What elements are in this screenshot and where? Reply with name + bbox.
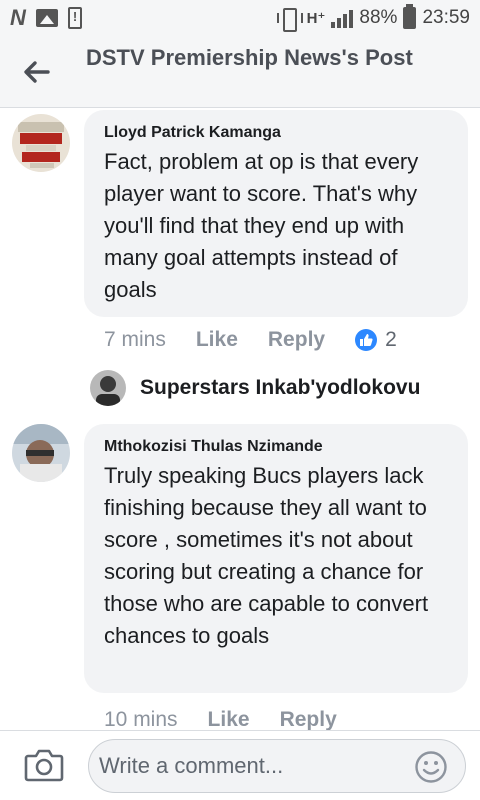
vibrate-icon [275, 8, 303, 32]
comment-author[interactable]: Lloyd Patrick Kamanga [104, 122, 452, 144]
like-count: 2 [385, 328, 397, 351]
comment-author[interactable]: Mthokozisi Thulas Nzimande [104, 436, 452, 458]
network-type: H⁺ [306, 10, 326, 27]
avatar[interactable] [12, 424, 70, 482]
comment-composer [0, 730, 480, 800]
clock: 23:59 [422, 7, 470, 28]
avatar-image [12, 424, 70, 482]
comment-time[interactable]: 7 mins [104, 328, 166, 352]
n-notification-icon: N [10, 5, 26, 30]
comment-actions: 10 mins Like Reply [104, 708, 367, 732]
image-notification-icon [35, 9, 58, 27]
like-button[interactable]: Like [208, 708, 250, 732]
comment-time[interactable]: 10 mins [104, 708, 178, 732]
avatar[interactable] [12, 114, 70, 172]
comment-input[interactable] [88, 739, 466, 793]
emoji-button[interactable] [414, 750, 448, 784]
camera-icon [24, 749, 64, 782]
signal-icon [331, 8, 354, 28]
status-bar: N H⁺ 88% 23:59 [0, 0, 480, 36]
reply-button[interactable]: Reply [268, 328, 325, 352]
battery-icon [403, 4, 417, 29]
page-title: DSTV Premiership News's Post [86, 45, 413, 70]
arrow-left-icon [24, 61, 50, 83]
comment-text: Fact, problem at op is that every player… [104, 149, 419, 302]
thumbs-up-icon [355, 329, 378, 351]
reply-preview[interactable]: Superstars Inkab'yodlokovu [88, 368, 468, 408]
comment-bubble[interactable]: Mthokozisi Thulas Nzimande Truly speakin… [84, 424, 468, 693]
smiley-icon [415, 751, 447, 783]
comment-bubble[interactable]: Lloyd Patrick Kamanga Fact, problem at o… [84, 110, 468, 317]
back-button[interactable] [14, 52, 58, 92]
reaction-count[interactable]: 2 [355, 328, 397, 352]
avatar-image [12, 114, 70, 172]
reply-author: Superstars Inkab'yodlokovu [140, 376, 421, 399]
comment-actions: 7 mins Like Reply 2 [104, 328, 397, 352]
like-button[interactable]: Like [196, 328, 238, 352]
battery-percent: 88% [359, 7, 398, 28]
comment-text: Truly speaking Bucs players lack finishi… [104, 463, 429, 648]
app-header: DSTV Premiership News's Post [0, 36, 480, 108]
avatar [90, 370, 126, 406]
camera-button[interactable] [24, 747, 64, 783]
reply-button[interactable]: Reply [280, 708, 337, 732]
phone-alert-icon [67, 7, 82, 29]
